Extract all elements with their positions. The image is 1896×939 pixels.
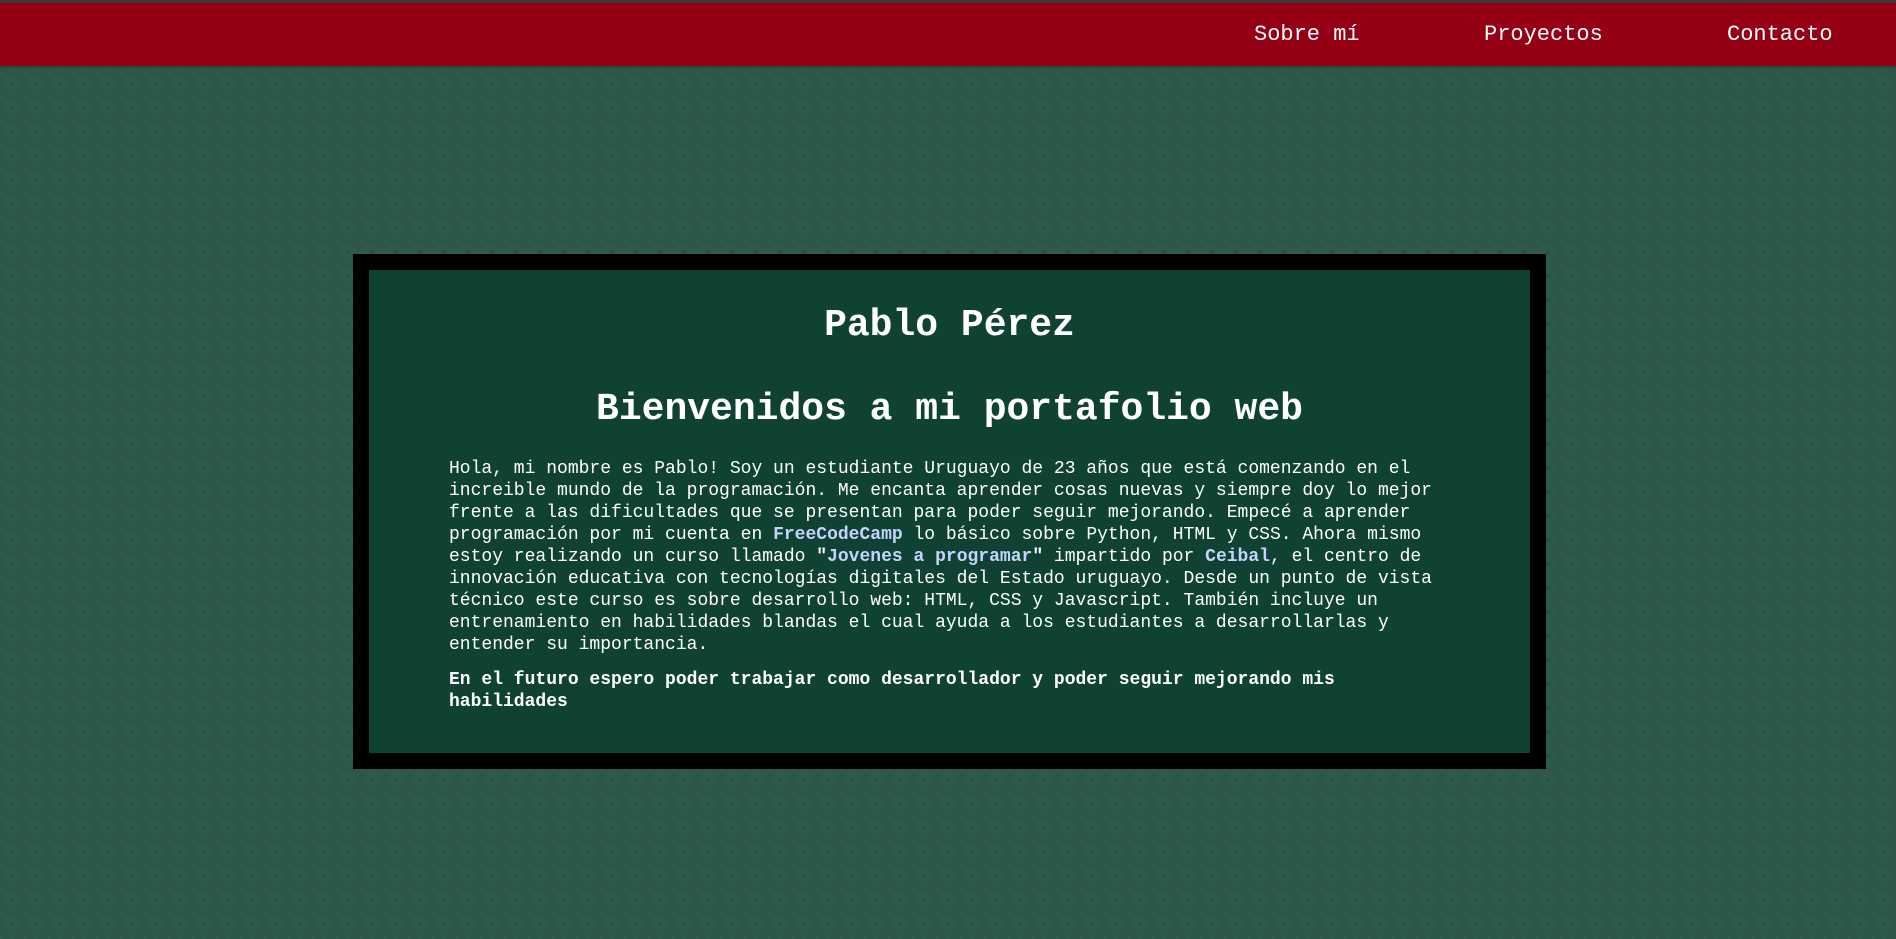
welcome-heading: Bienvenidos a mi portafolio web bbox=[596, 388, 1303, 431]
welcome-card-frame: Pablo Pérez Bienvenidos a mi portafolio … bbox=[353, 254, 1546, 769]
freecodecamp-link[interactable]: FreeCodeCamp bbox=[773, 525, 903, 545]
ceibal-link[interactable]: Ceibal bbox=[1205, 547, 1270, 567]
future-goals-text: En el futuro espero poder trabajar como … bbox=[449, 670, 1335, 712]
bio-text-3: impartido por bbox=[1043, 547, 1206, 567]
quote-close: " bbox=[1032, 547, 1044, 567]
bio-paragraph: Hola, mi nombre es Pablo! Soy un estudia… bbox=[449, 458, 1454, 656]
nav-link-about[interactable]: Sobre mí bbox=[1254, 3, 1360, 66]
jovenes-a-programar-link[interactable]: Jovenes a programar bbox=[827, 547, 1032, 567]
welcome-card: Pablo Pérez Bienvenidos a mi portafolio … bbox=[369, 270, 1530, 753]
navbar: Sobre mí Proyectos Contacto bbox=[0, 3, 1896, 66]
quote-open: " bbox=[816, 547, 828, 567]
nav-link-contact[interactable]: Contacto bbox=[1727, 3, 1833, 66]
nav-link-projects[interactable]: Proyectos bbox=[1484, 3, 1603, 66]
profile-name: Pablo Pérez bbox=[824, 304, 1075, 347]
